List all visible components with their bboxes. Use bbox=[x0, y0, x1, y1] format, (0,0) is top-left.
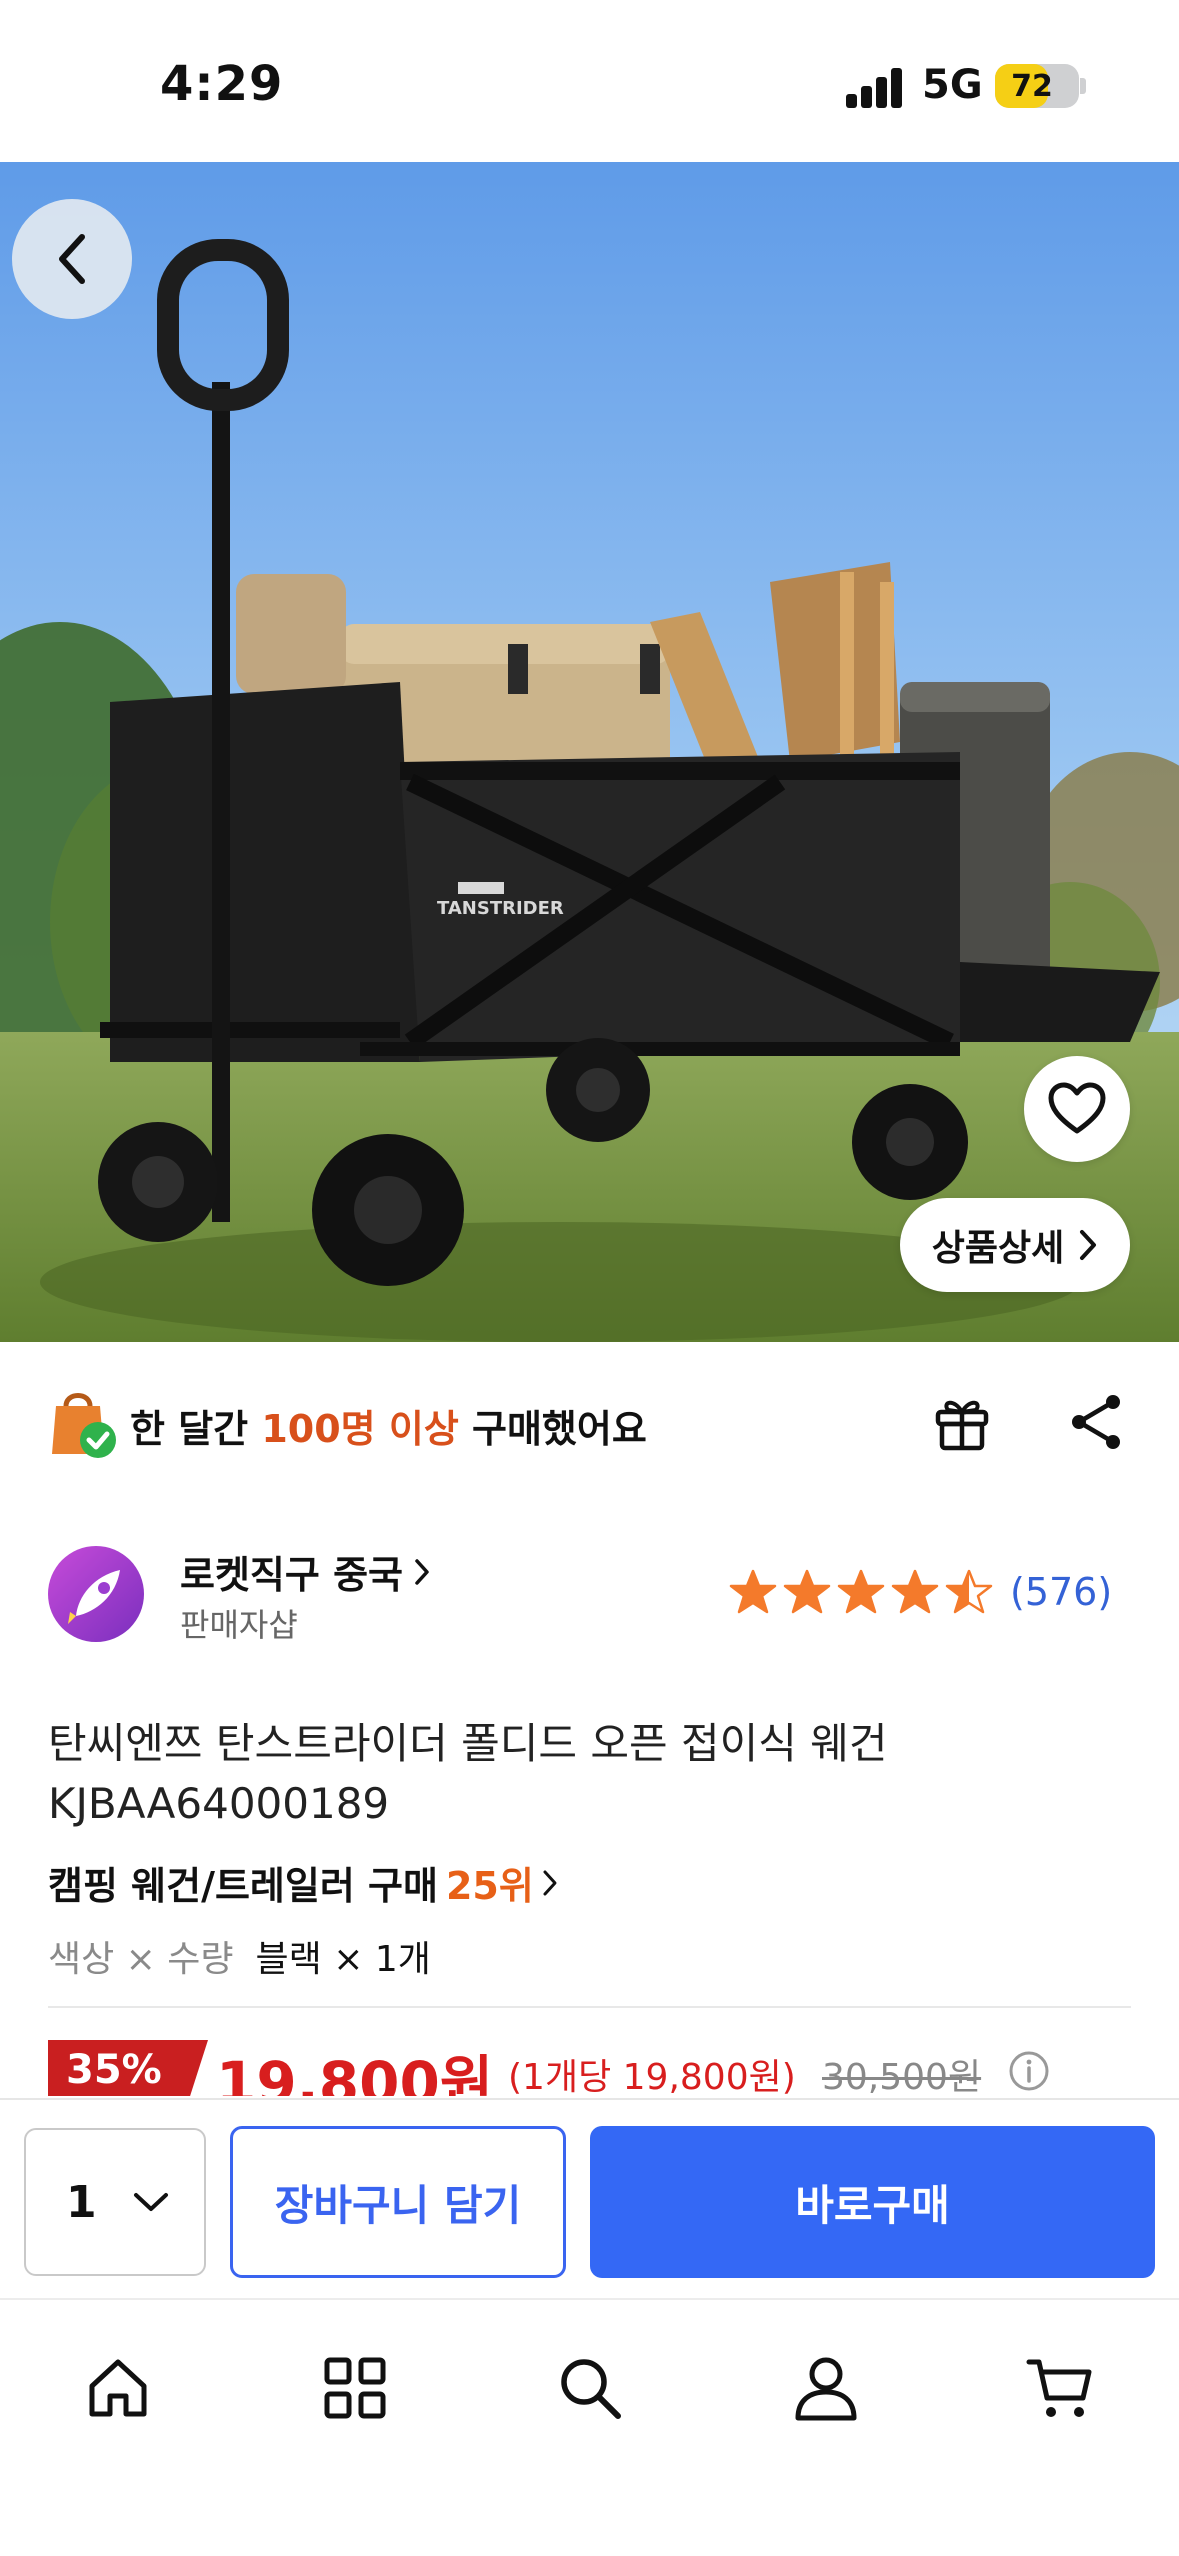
notice-highlight: 100명 이상 bbox=[261, 1407, 459, 1451]
quantity-value: 1 bbox=[66, 2176, 97, 2228]
tab-search[interactable] bbox=[550, 2348, 630, 2428]
seller-type: 판매자샵 bbox=[180, 1606, 298, 1644]
seller-avatar[interactable] bbox=[48, 1546, 144, 1642]
chevron-right-icon bbox=[543, 1870, 557, 1895]
search-icon bbox=[561, 2359, 621, 2419]
home-icon bbox=[89, 2359, 147, 2417]
add-to-cart-button[interactable]: 장바구니 담기 bbox=[230, 2126, 566, 2278]
cellular-signal-icon bbox=[846, 68, 904, 108]
price-row: 35% 19,800원 (1개당 19,800원) 30,500원 bbox=[48, 2036, 1179, 2096]
star-icon bbox=[891, 1569, 939, 1614]
network-type: 5G bbox=[922, 62, 983, 108]
divider bbox=[48, 2006, 1131, 2008]
chevron-right-icon bbox=[415, 1558, 429, 1585]
seller-name-link[interactable]: 로켓직구 중국 bbox=[180, 1544, 431, 1599]
gift-icon[interactable] bbox=[930, 1390, 994, 1454]
product-detail-label: 상품상세 bbox=[931, 1228, 1065, 1269]
purchase-action-bar: 1 장바구니 담기 바로구매 bbox=[0, 2098, 1179, 2298]
option-value: 블랙 × 1개 bbox=[255, 1939, 431, 1980]
rank-value: 25위 bbox=[445, 1864, 534, 1908]
unit-price: (1개당 19,800원) bbox=[508, 2057, 796, 2096]
my-page-icon bbox=[795, 2357, 857, 2421]
category-rank-link[interactable]: 캠핑 웨건/트레일러 구매 25위 bbox=[48, 1855, 558, 1910]
bottom-tab-bar bbox=[0, 2298, 1179, 2556]
tab-my-page[interactable] bbox=[786, 2348, 866, 2428]
rocket-icon bbox=[68, 1570, 120, 1624]
selected-option: 색상 × 수량 블랙 × 1개 bbox=[48, 1930, 431, 1982]
discount-badge: 35% bbox=[48, 2040, 208, 2096]
status-bar: 4:29 5G 72 bbox=[0, 0, 1179, 162]
chevron-right-icon bbox=[1080, 1230, 1097, 1260]
status-time: 4:29 bbox=[160, 56, 284, 112]
battery-level: 72 bbox=[1011, 69, 1053, 104]
shopping-bag-check-icon bbox=[52, 1393, 116, 1458]
back-button[interactable] bbox=[12, 199, 132, 319]
star-icon bbox=[729, 1569, 777, 1614]
info-icon[interactable] bbox=[1008, 2050, 1050, 2092]
battery-icon: 72 bbox=[995, 64, 1079, 108]
share-icon[interactable] bbox=[1065, 1390, 1129, 1454]
purchase-notice: 한 달간 100명 이상 구매했어요 bbox=[0, 1342, 1179, 1502]
tab-cart[interactable] bbox=[1020, 2348, 1100, 2428]
original-price: 30,500원 bbox=[822, 2057, 982, 2096]
wagon-brand-text: TANSTRIDER bbox=[437, 898, 564, 919]
rating-stars bbox=[728, 1568, 994, 1616]
star-icon bbox=[945, 1569, 993, 1614]
rank-prefix: 캠핑 웨건/트레일러 구매 bbox=[48, 1864, 438, 1908]
categories-icon bbox=[324, 2357, 386, 2419]
product-detail-button[interactable]: 상품상세 bbox=[900, 1198, 1130, 1292]
favorite-button[interactable] bbox=[1024, 1056, 1130, 1162]
option-label: 색상 × 수량 bbox=[48, 1939, 234, 1980]
cart-icon bbox=[1026, 2359, 1092, 2417]
quantity-select[interactable]: 1 bbox=[24, 2128, 206, 2276]
chevron-left-icon bbox=[59, 234, 85, 284]
notice-suffix: 구매했어요 bbox=[458, 1407, 647, 1451]
heart-icon bbox=[1048, 1082, 1106, 1134]
product-title: 탄씨엔쯔 탄스트라이더 폴디드 오픈 접이식 웨건 KJBAA64000189 bbox=[48, 1719, 888, 1828]
seller-name: 로켓직구 중국 bbox=[180, 1553, 403, 1597]
tab-categories[interactable] bbox=[315, 2348, 395, 2428]
tab-home[interactable] bbox=[78, 2348, 158, 2428]
product-image-carousel[interactable]: TANSTRIDER bbox=[0, 162, 1179, 1342]
star-icon bbox=[783, 1569, 831, 1614]
battery-cap bbox=[1080, 78, 1086, 94]
notice-prefix: 한 달간 bbox=[130, 1407, 262, 1451]
buy-now-button[interactable]: 바로구매 bbox=[590, 2126, 1155, 2278]
sale-price: 19,800원 bbox=[216, 2049, 494, 2096]
star-icon bbox=[837, 1569, 885, 1614]
product-photo: TANSTRIDER bbox=[0, 162, 1179, 1342]
review-count[interactable]: (576) bbox=[1010, 1570, 1112, 1614]
purchase-notice-text: 한 달간 100명 이상 구매했어요 bbox=[130, 1398, 647, 1453]
chevron-down-icon bbox=[134, 2193, 168, 2211]
